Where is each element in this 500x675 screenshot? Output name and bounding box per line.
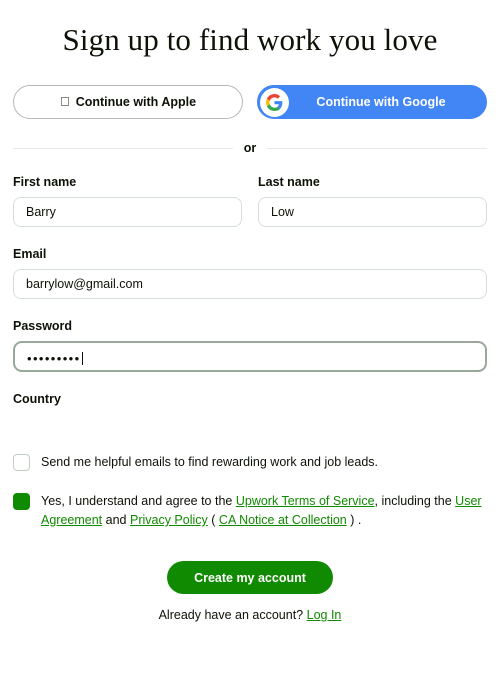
- page-title: Sign up to find work you love: [62, 22, 438, 57]
- divider-line-left: [13, 147, 233, 149]
- marketing-consent-label: Send me helpful emails to find rewarding…: [41, 455, 378, 469]
- create-account-button[interactable]: Create my account: [167, 561, 333, 594]
- terms-text-4: (: [211, 513, 216, 527]
- marketing-consent-row[interactable]: Send me helpful emails to find rewarding…: [13, 453, 487, 472]
- password-label: Password: [13, 319, 73, 333]
- apple-logo-icon: : [60, 95, 70, 108]
- password-masked-value: •••••••••: [27, 351, 81, 366]
- ca-notice-link[interactable]: CA Notice at Collection: [219, 513, 347, 527]
- country-field: Country: [13, 392, 487, 434]
- email-input[interactable]: barrylow@gmail.com: [13, 269, 487, 299]
- first-name-label: First name: [13, 175, 77, 189]
- log-in-link[interactable]: Log In: [307, 608, 342, 622]
- terms-consent-text: Yes, I understand and agree to the Upwor…: [41, 492, 487, 530]
- continue-with-apple-label: Continue with Apple: [70, 95, 196, 109]
- name-field-row: First name Barry Last name Low: [13, 175, 487, 227]
- text-caret: [81, 352, 83, 365]
- terms-text-6: .: [357, 513, 362, 527]
- submit-row: Create my account: [13, 561, 487, 594]
- last-name-label: Last name: [258, 175, 320, 189]
- terms-text-2: , including the: [374, 494, 452, 508]
- login-prompt-label: Already have an account?: [158, 608, 304, 622]
- first-name-input[interactable]: Barry: [13, 197, 242, 227]
- continue-with-google-button[interactable]: Continue with Google: [257, 85, 487, 119]
- divider-line-right: [267, 147, 487, 149]
- continue-with-google-label: Continue with Google: [316, 95, 446, 109]
- terms-of-service-link[interactable]: Upwork Terms of Service: [236, 494, 375, 508]
- terms-text-3: and: [105, 513, 127, 527]
- password-input[interactable]: •••••••••: [13, 341, 487, 372]
- terms-consent-checkbox[interactable]: [13, 493, 30, 510]
- social-login-row:  Continue with Apple Continue with Goog…: [13, 85, 487, 119]
- google-logo-icon: [260, 88, 289, 117]
- last-name-input[interactable]: Low: [258, 197, 487, 227]
- first-name-field: First name Barry: [13, 175, 242, 227]
- last-name-field: Last name Low: [258, 175, 487, 227]
- or-divider: or: [13, 141, 487, 155]
- continue-with-apple-button[interactable]:  Continue with Apple: [13, 85, 243, 119]
- country-label: Country: [13, 392, 61, 406]
- terms-consent-row[interactable]: Yes, I understand and agree to the Upwor…: [13, 492, 487, 530]
- marketing-consent-checkbox[interactable]: [13, 454, 30, 471]
- signup-page: Sign up to find work you love  Continue…: [0, 0, 500, 675]
- email-label: Email: [13, 247, 47, 261]
- password-field: Password •••••••••: [13, 319, 487, 372]
- privacy-policy-link[interactable]: Privacy Policy: [130, 513, 208, 527]
- terms-text-1: Yes, I understand and agree to the: [41, 494, 233, 508]
- terms-text-5: ): [350, 513, 355, 527]
- login-prompt-row: Already have an account? Log In: [13, 608, 487, 622]
- divider-label: or: [243, 141, 257, 155]
- country-select[interactable]: [13, 414, 487, 434]
- email-field: Email barrylow@gmail.com: [13, 247, 487, 299]
